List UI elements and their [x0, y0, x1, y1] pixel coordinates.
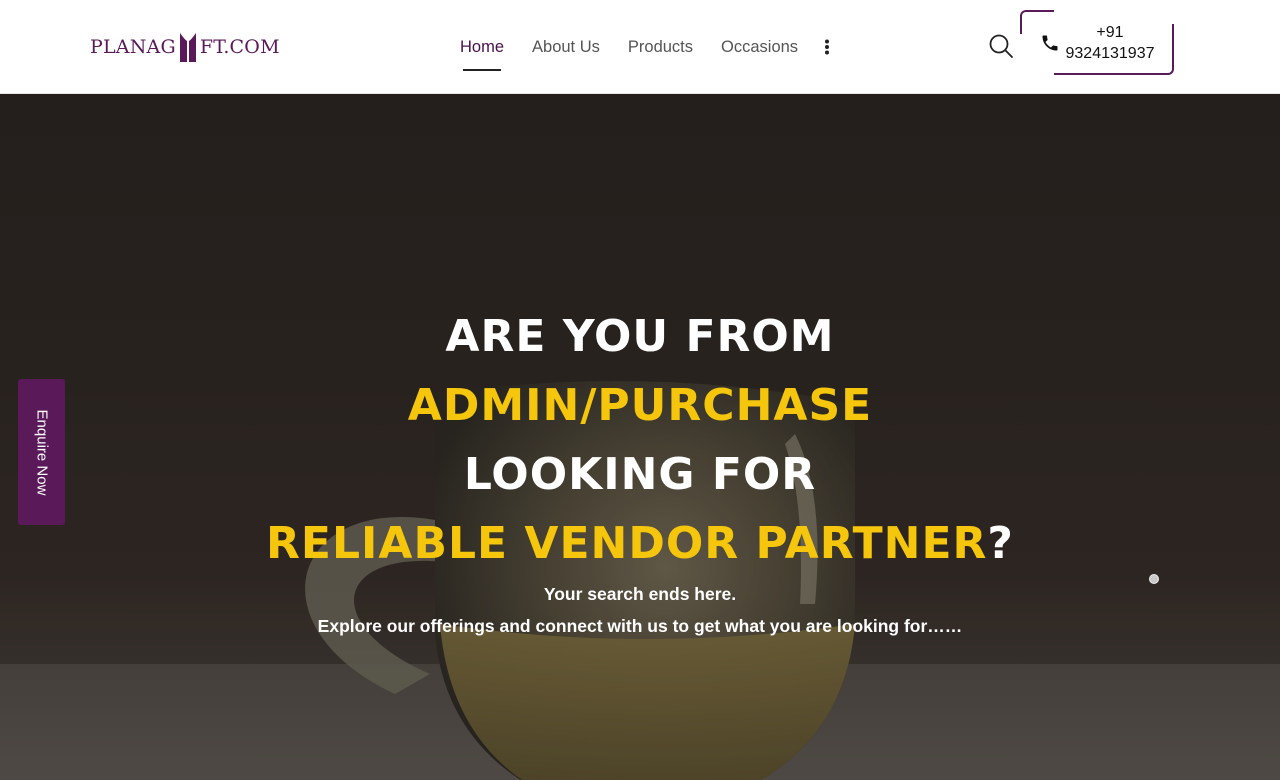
hero-subtitle-line1: Your search ends here.	[543, 584, 737, 604]
site-header: PLANAG FT.COM Home About Us Products Occ…	[0, 0, 1280, 94]
phone-country-code: +91	[1096, 24, 1124, 41]
hero-heading-line3: LOOKING FOR	[463, 449, 817, 500]
hero-heading-line2: ADMIN/PURCHASE	[407, 380, 873, 431]
hero-heading-question-mark: ?	[987, 518, 1014, 569]
gift-icon	[179, 33, 196, 62]
nav-products[interactable]: Products	[614, 0, 707, 94]
phone-frame-decoration	[1020, 10, 1054, 34]
logo-text-left: PLANAG	[90, 36, 176, 58]
hero-heading-highlight: RELIABLE VENDOR PARTNER	[266, 518, 988, 569]
slider-dot[interactable]	[1149, 574, 1159, 584]
hero-subtitle: Your search ends here. Explore our offer…	[0, 578, 1280, 642]
nav-occasions[interactable]: Occasions	[707, 0, 812, 94]
hero-subtitle-line2: Explore our offerings and connect with u…	[317, 616, 963, 636]
enquire-now-button[interactable]: Enquire Now	[18, 379, 65, 525]
phone-number[interactable]: +91 9324131937	[1062, 22, 1158, 64]
hero-heading-line1: ARE YOU FROM	[445, 311, 835, 362]
logo-text-right: FT.COM	[199, 36, 280, 58]
vertical-dots-icon	[825, 39, 830, 55]
search-button[interactable]	[986, 31, 1016, 61]
nav-about-us[interactable]: About Us	[518, 0, 614, 94]
site-logo[interactable]: PLANAG FT.COM	[90, 31, 280, 63]
more-menu-button[interactable]	[812, 0, 842, 94]
enquire-now-label: Enquire Now	[33, 409, 51, 495]
hero-banner: ARE YOU FROM ADMIN/PURCHASE LOOKING FOR …	[0, 94, 1280, 780]
nav-home[interactable]: Home	[446, 0, 518, 94]
phone-icon	[1042, 35, 1058, 51]
hero-heading-line4: RELIABLE VENDOR PARTNER?	[0, 509, 1280, 578]
search-icon	[989, 34, 1013, 58]
hero-heading: ARE YOU FROM ADMIN/PURCHASE LOOKING FOR …	[0, 302, 1280, 578]
phone-digits: 9324131937	[1065, 45, 1155, 62]
main-nav: Home About Us Products Occasions	[446, 0, 842, 94]
